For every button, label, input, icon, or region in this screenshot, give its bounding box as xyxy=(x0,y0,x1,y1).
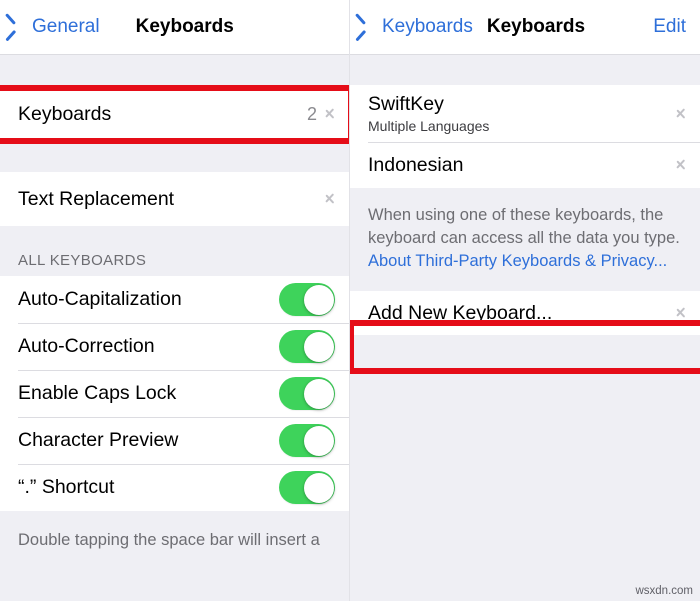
row-text-replacement-accessory xyxy=(326,191,335,207)
back-button-label: General xyxy=(32,16,100,37)
installed-keyboards-group: SwiftKey Multiple Languages Indonesian xyxy=(350,85,700,188)
row-character-preview-label: Character Preview xyxy=(18,429,179,451)
chevron-right-icon xyxy=(677,106,686,122)
screenshot-root: General Keyboards Keyboards 2 Text Repla… xyxy=(0,0,700,601)
spacer-top xyxy=(350,55,700,85)
row-add-new-keyboard-label: Add New Keyboard... xyxy=(368,301,553,324)
page-title: Keyboards xyxy=(135,16,234,37)
row-text-replacement-label: Text Replacement xyxy=(18,187,175,210)
spacer-1 xyxy=(0,143,349,172)
text-replacement-group: Text Replacement xyxy=(0,172,349,226)
row-keyboard-swiftkey[interactable]: SwiftKey Multiple Languages xyxy=(350,85,700,142)
back-button-label: Keyboards xyxy=(382,16,473,37)
row-keyboards-count: 2 xyxy=(306,103,317,124)
row-auto-capitalization-label: Auto-Capitalization xyxy=(18,288,182,310)
row-keyboard-indonesian-accessory xyxy=(677,157,686,173)
toggle-knob xyxy=(303,472,334,503)
row-keyboards-label: Keyboards xyxy=(18,102,112,125)
toggle-character-preview[interactable] xyxy=(279,424,335,457)
third-party-privacy-link[interactable]: About Third-Party Keyboards & Privacy... xyxy=(368,252,667,270)
row-add-new-keyboard[interactable]: Add New Keyboard... xyxy=(350,291,700,335)
toggle-period-shortcut[interactable] xyxy=(279,471,335,504)
chevron-right-icon xyxy=(326,106,335,122)
edit-button[interactable]: Edit xyxy=(653,16,686,38)
toggle-knob xyxy=(303,378,334,409)
toggle-knob xyxy=(303,425,334,456)
chevron-right-icon xyxy=(677,305,686,321)
chevron-right-icon xyxy=(326,191,335,207)
row-keyboards-accessory: 2 xyxy=(307,104,335,125)
row-enable-caps-lock-label: Enable Caps Lock xyxy=(18,382,177,404)
row-auto-capitalization[interactable]: Auto-Capitalization xyxy=(0,276,349,323)
page-title: Keyboards xyxy=(486,16,586,37)
toggle-knob xyxy=(303,284,334,315)
left-navbar: General Keyboards xyxy=(0,0,349,55)
spacer-bottom xyxy=(350,335,700,575)
privacy-note: When using one of these keyboards, the k… xyxy=(350,188,700,277)
right-keyboards-panel: Keyboards Keyboards Edit SwiftKey Multip… xyxy=(350,0,700,601)
row-period-shortcut[interactable]: “.” Shortcut xyxy=(0,464,349,511)
row-enable-caps-lock[interactable]: Enable Caps Lock xyxy=(0,370,349,417)
chevron-right-icon xyxy=(677,157,686,173)
row-keyboard-swiftkey-label: SwiftKey xyxy=(368,93,444,115)
back-button-keyboards[interactable]: Keyboards xyxy=(364,16,473,38)
left-settings-panel: General Keyboards Keyboards 2 Text Repla… xyxy=(0,0,350,601)
row-add-new-keyboard-accessory xyxy=(677,305,686,321)
privacy-note-text: When using one of these keyboards, the k… xyxy=(368,206,680,247)
right-navbar: Keyboards Keyboards Edit xyxy=(350,0,700,55)
spacer-2 xyxy=(350,277,700,291)
row-auto-correction[interactable]: Auto-Correction xyxy=(0,323,349,370)
row-keyboard-swiftkey-text: SwiftKey Multiple Languages xyxy=(368,93,489,134)
watermark: wsxdn.com xyxy=(635,585,693,597)
row-keyboards[interactable]: Keyboards 2 xyxy=(0,85,349,143)
row-text-replacement[interactable]: Text Replacement xyxy=(0,172,349,226)
row-period-shortcut-label: “.” Shortcut xyxy=(18,476,115,498)
row-keyboard-indonesian-label: Indonesian xyxy=(368,153,464,176)
add-keyboard-group: Add New Keyboard... xyxy=(350,291,700,335)
row-keyboard-indonesian[interactable]: Indonesian xyxy=(350,142,700,188)
chevron-left-icon xyxy=(364,18,375,37)
row-character-preview[interactable]: Character Preview xyxy=(0,417,349,464)
back-button-general[interactable]: General xyxy=(14,16,100,38)
all-keyboards-toggle-group: Auto-Capitalization Auto-Correction Enab… xyxy=(0,276,349,511)
spacer-top xyxy=(0,55,349,85)
row-auto-correction-label: Auto-Correction xyxy=(18,335,155,357)
toggle-enable-caps-lock[interactable] xyxy=(279,377,335,410)
toggle-auto-capitalization[interactable] xyxy=(279,283,335,316)
toggle-knob xyxy=(303,331,334,362)
row-keyboard-swiftkey-sublabel: Multiple Languages xyxy=(368,118,490,134)
chevron-left-icon xyxy=(14,18,25,37)
row-keyboard-swiftkey-accessory xyxy=(677,106,686,122)
keyboards-group: Keyboards 2 xyxy=(0,85,349,143)
section-header-all-keyboards: ALL KEYBOARDS xyxy=(0,226,349,276)
toggle-auto-correction[interactable] xyxy=(279,330,335,363)
footer-note-space-bar: Double tapping the space bar will insert… xyxy=(0,511,349,556)
